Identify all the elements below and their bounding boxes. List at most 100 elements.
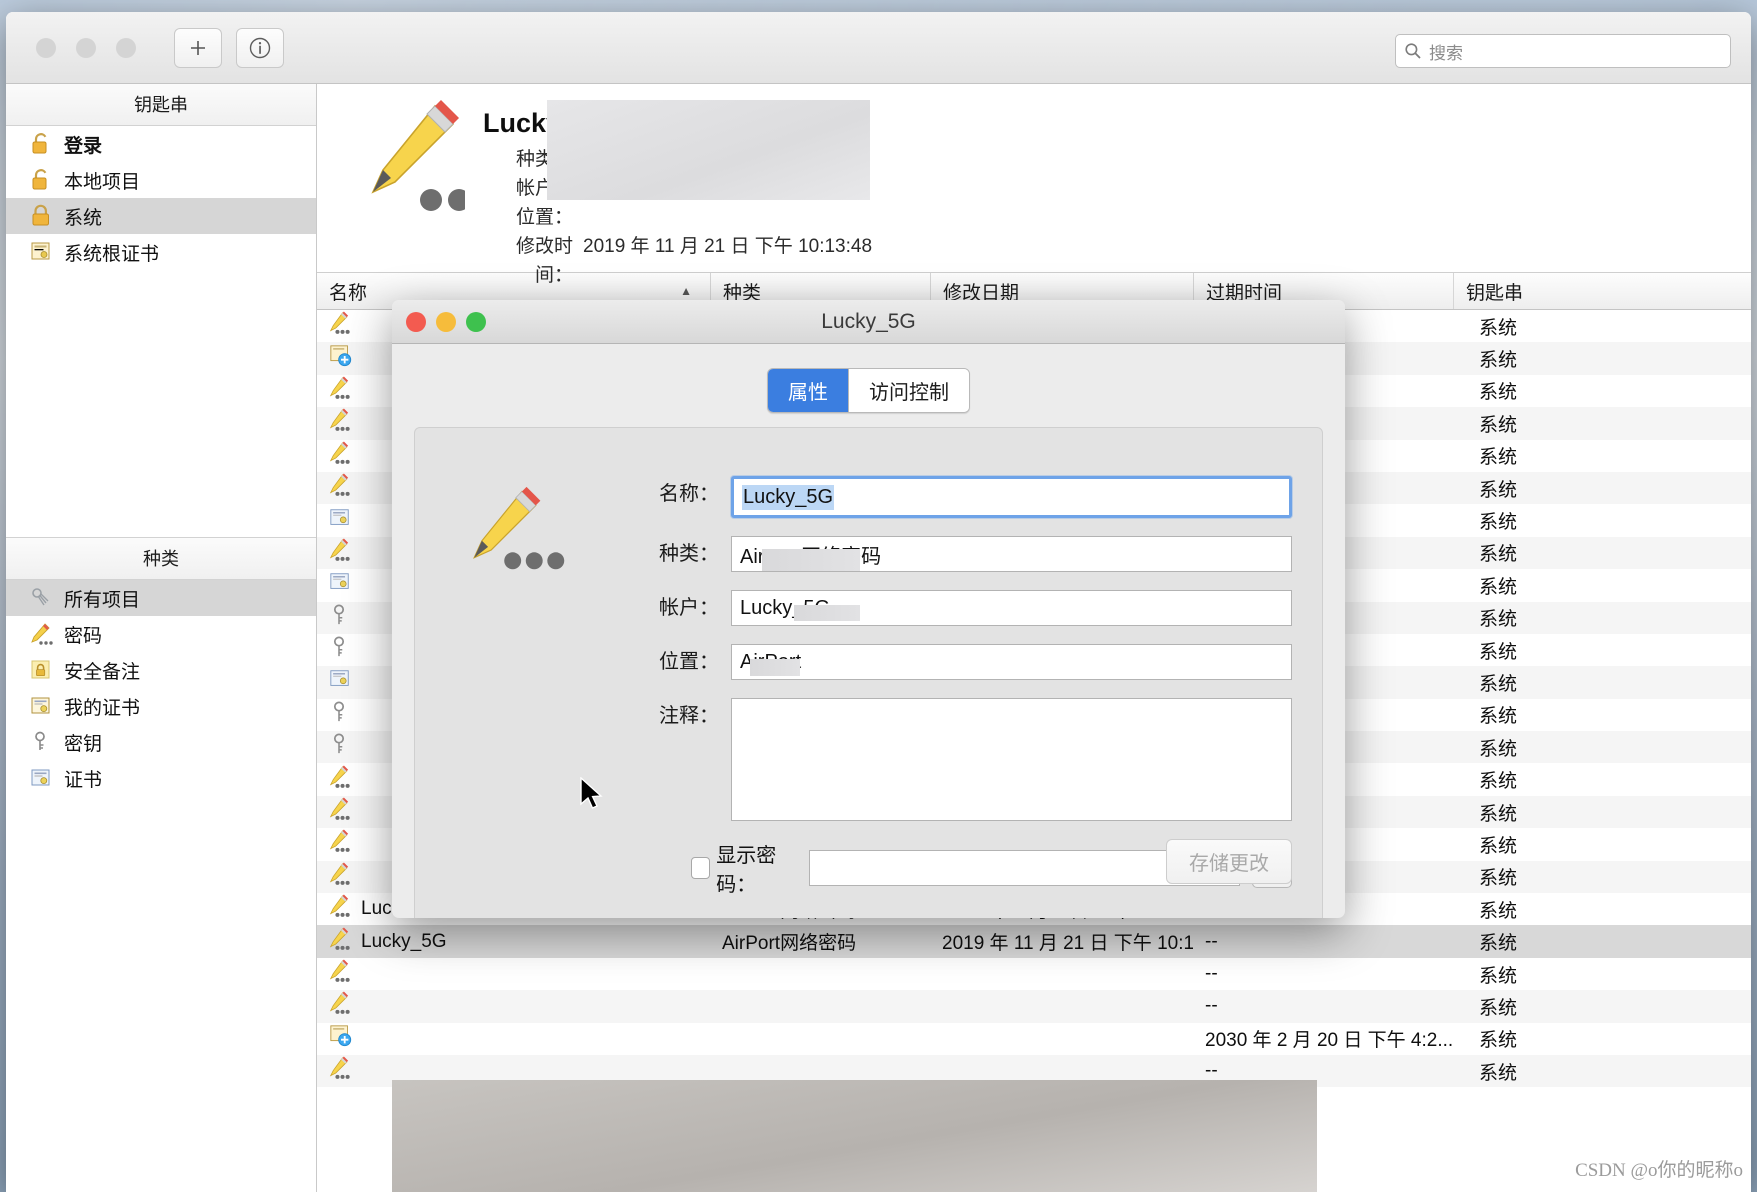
certificate-icon [28, 239, 54, 265]
comments-label: 注释： [659, 705, 719, 727]
sidebar-item-label: 所有项目 [64, 589, 141, 611]
pencil-icon [329, 376, 351, 406]
search-placeholder: 搜索 [1429, 43, 1463, 63]
cell-keychain: 系统 [1479, 576, 1518, 598]
keychain-access-window: 搜索 钥匙串 登录 本地项目 系统 系统根证书 种类 所有项目 密码 安全备注 … [6, 12, 1751, 1192]
sidebar-item-label: 我的证书 [64, 697, 141, 719]
pencil-icon [329, 927, 351, 957]
window-titlebar: 搜索 [6, 12, 1751, 84]
pencil-icon [329, 311, 351, 341]
pencil-icon [329, 408, 351, 438]
field-row-comments: 注释： [647, 698, 1292, 821]
tab-attributes[interactable]: 属性 [768, 369, 848, 412]
pencil-icon [329, 991, 351, 1021]
certificate-icon [28, 693, 54, 719]
plus-icon [191, 40, 205, 55]
sidebar-item-label: 登录 [64, 135, 103, 157]
tab-access-control[interactable]: 访问控制 [848, 369, 969, 412]
table-row[interactable]: Lucky_5G AirPort网络密码 2019 年 11 月 21 日 下午 1… [317, 925, 1751, 958]
pencil-icon [329, 797, 351, 827]
sidebar-item-system-roots[interactable]: 系统根证书 [6, 234, 316, 270]
pencil-icon [329, 441, 351, 471]
redaction-overlay-account [794, 605, 860, 621]
dialog-title: Lucky_5G [821, 309, 916, 333]
where-input[interactable]: AirPort [731, 644, 1292, 680]
maximize-button[interactable] [116, 37, 136, 58]
sidebar-item-keys[interactable]: 密钥 [6, 724, 316, 760]
window-traffic-lights [36, 37, 136, 58]
cell-name [317, 1024, 710, 1054]
cell-keychain: 系统 [1479, 738, 1518, 760]
sidebar-item-secure-notes[interactable]: 安全备注 [6, 652, 316, 688]
cell-keychain: 系统 [1479, 350, 1518, 372]
cell-expires: 2030 年 2 月 20 日 下午 4:2... [1205, 1030, 1453, 1052]
sidebar-item-label: 本地项目 [64, 171, 141, 193]
name-label: 名称： [659, 483, 719, 505]
save-changes-button[interactable]: 存储更改 [1166, 839, 1292, 884]
cell-kind: AirPort网络密码 [722, 933, 857, 955]
info-row-where: 位置： [483, 203, 872, 232]
cell-keychain: 系统 [1479, 997, 1518, 1019]
dialog-form: 名称： Lucky_5G 种类： AirPort网络密码 帐户： Lucky [647, 476, 1292, 897]
minimize-button[interactable] [76, 37, 96, 58]
cell-keychain: 系统 [1479, 641, 1518, 663]
sidebar-item-certificates[interactable]: 证书 [6, 760, 316, 796]
cell-expires: -- [1205, 963, 1218, 984]
certificate-icon [329, 571, 351, 599]
close-button[interactable] [36, 37, 56, 58]
account-label: 帐户： [659, 597, 719, 619]
pencil-icon [329, 862, 351, 892]
key-icon [28, 729, 54, 755]
name-value: Lucky_5G [742, 484, 835, 510]
sidebar-item-label: 密码 [64, 625, 103, 647]
field-row-kind: 种类： AirPort网络密码 [647, 536, 1292, 572]
cell-expires: -- [1205, 995, 1218, 1017]
certificate-add-icon [329, 1024, 353, 1054]
dialog-panel: 名称： Lucky_5G 种类： AirPort网络密码 帐户： Lucky [414, 427, 1323, 918]
info-label: 位置： [515, 207, 573, 228]
search-icon [1405, 43, 1421, 59]
kind-input[interactable]: AirPort网络密码 [731, 536, 1292, 572]
categories-header: 种类 [6, 538, 316, 580]
field-row-account: 帐户： Lucky_5G [647, 590, 1292, 626]
show-password-checkbox[interactable] [691, 857, 711, 879]
column-header-keychain[interactable]: 钥匙串 [1453, 273, 1751, 309]
table-row[interactable]: -- 系统 [317, 990, 1751, 1023]
pencil-icon [329, 959, 351, 989]
name-input[interactable]: Lucky_5G [731, 476, 1292, 518]
sidebar-item-all-items[interactable]: 所有项目 [6, 580, 316, 616]
kind-label: 种类： [659, 543, 719, 565]
pencil-icon [28, 621, 54, 647]
sidebar-item-label: 安全备注 [64, 661, 141, 683]
cell-keychain: 系统 [1479, 414, 1518, 436]
cell-keychain: 系统 [1479, 835, 1518, 857]
sidebar-item-local-items[interactable]: 本地项目 [6, 162, 316, 198]
field-row-name: 名称： Lucky_5G [647, 476, 1292, 518]
add-item-button[interactable] [174, 27, 222, 68]
cell-expires: -- [1205, 1060, 1218, 1082]
sidebar-item-passwords[interactable]: 密码 [6, 616, 316, 652]
search-field[interactable]: 搜索 [1395, 34, 1731, 68]
where-label: 位置： [659, 651, 719, 673]
sidebar-item-my-certificates[interactable]: 我的证书 [6, 688, 316, 724]
item-info-panel: Lucky_5G 种类： 帐户： 位置： 修改时间： [317, 84, 1751, 286]
keyring-icon [28, 585, 54, 611]
pencil-icon [329, 473, 351, 503]
pencil-icon [329, 829, 351, 859]
comments-textarea[interactable] [731, 698, 1292, 821]
sidebar-item-system[interactable]: 系统 [6, 198, 316, 234]
table-row[interactable]: 2030 年 2 月 20 日 下午 4:2... 系统 [317, 1023, 1751, 1055]
key-icon [329, 635, 349, 665]
sidebar-item-login[interactable]: 登录 [6, 126, 316, 162]
field-row-where: 位置： AirPort [647, 644, 1292, 680]
dialog-tabs: 属性 访问控制 [392, 368, 1345, 413]
pencil-icon [329, 1056, 351, 1086]
yellow-lock-icon [28, 657, 54, 683]
keychains-header: 钥匙串 [6, 84, 316, 126]
account-input[interactable]: Lucky_5G [731, 590, 1292, 626]
table-row[interactable]: -- 系统 [317, 958, 1751, 990]
mouse-cursor [580, 777, 603, 809]
cell-keychain: 系统 [1479, 544, 1518, 566]
info-button[interactable] [236, 27, 284, 68]
cell-keychain: 系统 [1479, 479, 1518, 501]
